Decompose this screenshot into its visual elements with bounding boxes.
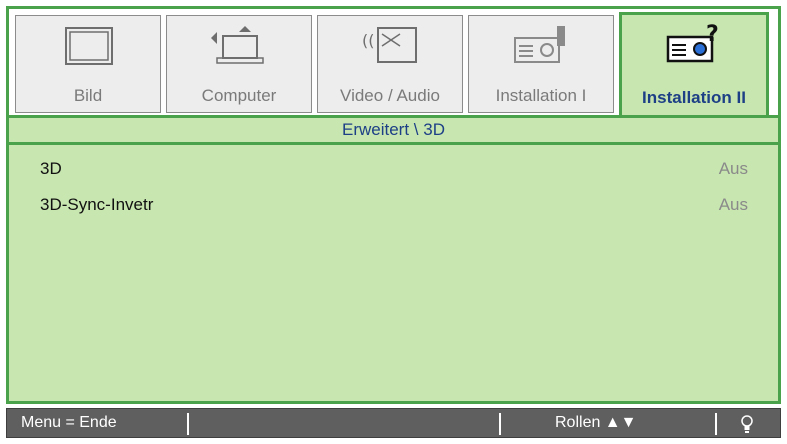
menu-exit-hint: Menu = Ende [21, 414, 117, 431]
tab-installation-2[interactable]: ? Installation II [619, 12, 769, 118]
tab-bild[interactable]: Bild [15, 15, 161, 113]
tab-label: Computer [201, 86, 277, 105]
tab-label: Video / Audio [340, 86, 440, 105]
tab-bar: Bild Computer (( Video / Audio Installat… [9, 9, 778, 118]
monitor-icon [65, 27, 113, 65]
tab-computer[interactable]: Computer [166, 15, 312, 113]
breadcrumb: Erweitert \ 3D [9, 115, 778, 145]
tab-label: Installation II [642, 88, 746, 107]
tab-label: Installation I [495, 86, 587, 105]
tab-installation-1[interactable]: Installation I [468, 15, 614, 113]
tab-video-audio[interactable]: (( Video / Audio [317, 15, 463, 113]
setting-label: 3D [40, 159, 62, 178]
footer-divider [499, 413, 501, 435]
osd-menu-frame: Bild Computer (( Video / Audio Installat… [6, 6, 781, 404]
projector-icon [514, 26, 565, 63]
tab-label: Bild [73, 86, 103, 105]
lightbulb-icon [741, 415, 753, 433]
setting-row-3d[interactable]: 3D Aus [9, 151, 778, 187]
setting-row-3d-sync-invert[interactable]: 3D-Sync-Invetr Aus [9, 187, 778, 223]
footer-divider [715, 413, 717, 435]
video-audio-icon: (( [362, 27, 417, 63]
setting-label: 3D-Sync-Invetr [40, 195, 154, 214]
footer-bar: Menu = Ende Rollen ▲▼ [6, 408, 781, 438]
setting-value[interactable]: Aus [719, 195, 748, 215]
projector-help-icon: ? [666, 22, 719, 63]
settings-list: 3D Aus 3D-Sync-Invetr Aus [9, 151, 778, 223]
svg-text:((: (( [362, 31, 374, 50]
setting-value[interactable]: Aus [719, 159, 748, 179]
svg-text:?: ? [706, 22, 719, 47]
laptop-icon [211, 26, 264, 64]
scroll-hint: Rollen ▲▼ [555, 414, 637, 431]
footer-divider [187, 413, 189, 435]
